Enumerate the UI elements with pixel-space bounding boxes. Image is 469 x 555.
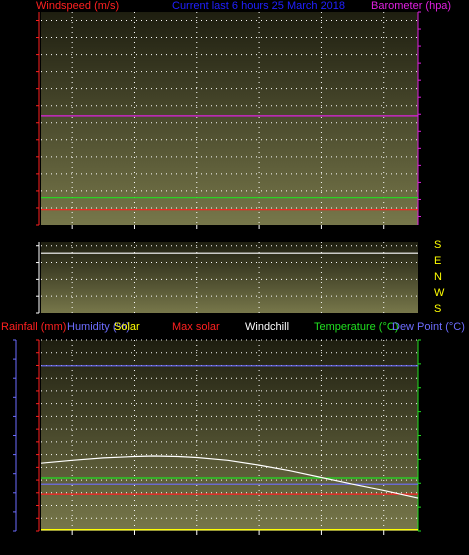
temperature-header: Temperature (°C)	[314, 321, 398, 333]
compass-w: W	[434, 287, 445, 299]
temp-humidity-plot-area	[41, 340, 418, 531]
weather-graph: Windspeed (m/s) Current last 6 hours 25 …	[1, 0, 465, 535]
barometer-header: Barometer (hpa)	[371, 0, 451, 12]
max-solar-header: Max solar	[172, 321, 220, 333]
compass-e: E	[434, 255, 441, 267]
windchill-header: Windchill	[245, 321, 289, 333]
current-period-header: Current last 6 hours 25 March 2018	[172, 0, 345, 12]
solar-header: Solar	[114, 321, 140, 333]
compass-s-bottom: S	[434, 303, 441, 315]
compass-n: N	[434, 271, 442, 283]
windspeed-header: Windspeed (m/s)	[36, 0, 119, 12]
rainfall-header: Rainfall (mm)	[1, 321, 66, 333]
dew-point-header: Dew Point (°C)	[392, 321, 465, 333]
wind-baro-plot-area	[41, 12, 418, 225]
compass-s-top: S	[434, 239, 441, 251]
